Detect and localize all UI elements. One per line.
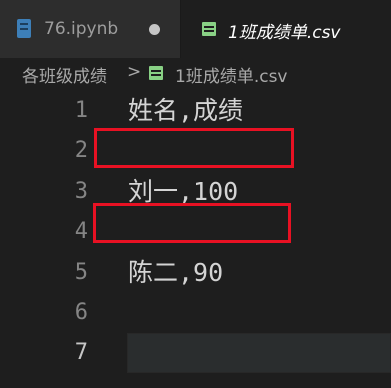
csv-file-icon — [202, 22, 216, 36]
line-number: 4 — [74, 219, 88, 244]
tab-label: 76.ipynb — [44, 19, 119, 39]
line-number: 5 — [74, 260, 88, 285]
line-text[interactable]: 陈二,90 — [128, 253, 223, 293]
tab-76-ipynb[interactable]: 76.ipynb — [0, 0, 180, 58]
red-annotation-box — [94, 128, 294, 168]
code-editor[interactable]: 1 姓名,成绩 2 3 刘一,100 4 5 陈二,90 6 7 — [0, 90, 391, 388]
breadcrumb: 各班级成绩 > 1班成绩单.csv — [0, 58, 391, 90]
editor-line[interactable]: 5 陈二,90 — [0, 253, 391, 293]
line-number: 6 — [74, 300, 88, 325]
line-number: 3 — [74, 179, 88, 204]
breadcrumb-folder[interactable]: 各班级成绩 — [22, 62, 107, 87]
tab-label: 1班成绩单.csv — [228, 23, 341, 43]
editor-line[interactable]: 1 姓名,成绩 — [0, 91, 391, 131]
breadcrumb-file[interactable]: 1班成绩单.csv — [175, 62, 287, 87]
notebook-icon — [17, 19, 31, 38]
unsaved-dot-icon[interactable] — [149, 24, 160, 35]
line-number: 2 — [74, 138, 88, 163]
editor-line[interactable]: 6 — [0, 293, 391, 333]
tab-bar: 76.ipynb 1班成绩单.csv — [0, 0, 391, 58]
editor-line-current[interactable]: 7 — [0, 333, 391, 373]
line-text[interactable]: 姓名,成绩 — [128, 91, 243, 131]
line-number: 1 — [74, 98, 88, 123]
tab-1ban-csv[interactable]: 1班成绩单.csv — [180, 0, 391, 58]
red-annotation-box — [93, 203, 291, 243]
csv-file-icon — [149, 66, 163, 80]
line-number: 7 — [74, 340, 88, 365]
chevron-right-icon: > — [127, 62, 142, 82]
